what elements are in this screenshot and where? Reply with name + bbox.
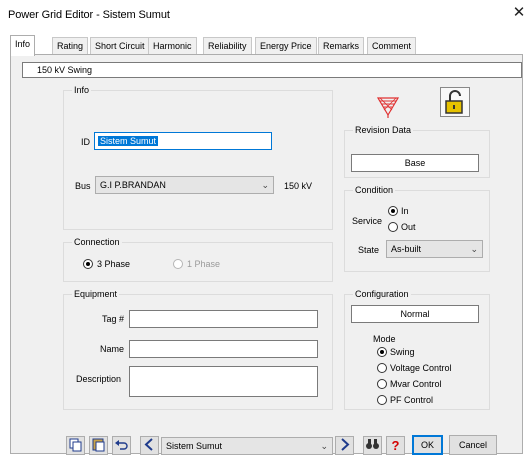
tag-label: Tag #	[102, 314, 125, 324]
radio-service-out-indicator	[388, 222, 398, 232]
revision-field[interactable]: Base	[351, 154, 479, 172]
name-label: Name	[100, 344, 125, 354]
radio-service-in[interactable]: In	[388, 206, 409, 218]
next-icon	[341, 438, 350, 451]
state-label: State	[358, 245, 380, 255]
info-group: Info	[63, 84, 333, 230]
chevron-down-icon: ⌄	[320, 441, 328, 451]
state-select[interactable]: As-built ⌄	[386, 240, 483, 258]
close-icon[interactable]: ✕	[507, 3, 531, 25]
tab-harmonic[interactable]: Harmonic	[148, 37, 197, 55]
radio-mode-swing-label: Swing	[390, 347, 415, 357]
configuration-legend: Configuration	[353, 288, 411, 300]
navigation-value: Sistem Sumut	[166, 441, 223, 451]
radio-mode-mvar-control-indicator	[377, 379, 387, 389]
radio-1-phase[interactable]: 1 Phase	[173, 259, 220, 271]
bus-select[interactable]: G.I P.BRANDAN ⌄	[95, 176, 274, 194]
tab-short-circuit[interactable]: Short Circuit	[90, 37, 150, 55]
cancel-button[interactable]: Cancel	[449, 435, 497, 455]
element-summary: 150 kV Swing	[22, 62, 522, 78]
radio-mode-swing[interactable]: Swing	[377, 347, 415, 359]
mode-label: Mode	[373, 334, 396, 344]
copy-icon	[69, 438, 82, 452]
description-label: Description	[76, 374, 122, 384]
radio-service-in-label: In	[401, 206, 409, 216]
radio-mode-pf-control[interactable]: PF Control	[377, 395, 433, 407]
revision-legend: Revision Data	[353, 124, 414, 136]
name-field[interactable]	[129, 340, 318, 358]
grid-source-icon	[376, 95, 400, 119]
radio-1-phase-indicator	[173, 259, 183, 269]
paste-icon	[92, 438, 105, 452]
navigation-select[interactable]: Sistem Sumut ⌄	[161, 437, 333, 455]
window-title: Power Grid Editor - Sistem Sumut	[8, 9, 170, 21]
state-value: As-built	[391, 244, 422, 254]
chevron-down-icon: ⌄	[261, 180, 269, 190]
condition-legend: Condition	[353, 184, 396, 196]
ok-button[interactable]: OK	[412, 435, 443, 455]
condition-group: Condition	[344, 184, 490, 272]
radio-service-out-label: Out	[401, 222, 416, 232]
radio-3-phase-label: 3 Phase	[97, 259, 131, 269]
radio-service-out[interactable]: Out	[388, 222, 416, 234]
lock-icon	[445, 90, 463, 114]
bus-value: G.I P.BRANDAN	[100, 180, 166, 190]
tab-comment[interactable]: Comment	[367, 37, 417, 55]
prev-button[interactable]	[140, 436, 159, 455]
next-button[interactable]	[335, 436, 354, 455]
paste-button[interactable]	[89, 436, 108, 455]
radio-mode-voltage-control-indicator	[377, 363, 387, 373]
tab-remarks[interactable]: Remarks	[318, 37, 365, 55]
copy-button[interactable]	[66, 436, 85, 455]
description-field[interactable]	[129, 366, 318, 397]
undo-button[interactable]	[112, 436, 131, 455]
radio-3-phase-indicator	[83, 259, 93, 269]
radio-mode-pf-control-indicator	[377, 395, 387, 405]
radio-service-in-indicator	[388, 206, 398, 216]
help-icon: ?	[391, 438, 400, 453]
chevron-down-icon: ⌄	[470, 244, 478, 254]
service-label: Service	[352, 216, 383, 226]
radio-1-phase-label: 1 Phase	[187, 259, 221, 269]
connection-legend: Connection	[72, 236, 122, 248]
radio-mode-mvar-control-label: Mvar Control	[390, 379, 442, 389]
radio-3-phase[interactable]: 3 Phase	[83, 259, 130, 271]
info-legend: Info	[72, 84, 92, 96]
undo-icon	[115, 440, 128, 450]
radio-mode-mvar-control[interactable]: Mvar Control	[377, 379, 442, 391]
tag-field[interactable]	[129, 310, 318, 328]
equipment-legend: Equipment	[72, 288, 120, 300]
prev-icon	[144, 438, 153, 451]
radio-mode-voltage-control-label: Voltage Control	[390, 363, 452, 373]
bus-label: Bus	[75, 181, 91, 191]
id-field[interactable]: Sistem Sumut	[94, 132, 272, 150]
id-value: Sistem Sumut	[98, 136, 159, 146]
radio-mode-pf-control-label: PF Control	[390, 395, 434, 405]
radio-mode-voltage-control[interactable]: Voltage Control	[377, 363, 452, 375]
configuration-field[interactable]: Normal	[351, 305, 479, 323]
tab-rating[interactable]: Rating	[52, 37, 89, 55]
radio-mode-swing-indicator	[377, 347, 387, 357]
tab-energy-price[interactable]: Energy Price	[255, 37, 317, 55]
lock-button[interactable]	[440, 87, 470, 117]
bus-kv: 150 kV	[284, 181, 313, 191]
tab-reliability[interactable]: Reliability	[203, 37, 252, 55]
id-label: ID	[81, 137, 90, 147]
tab-info[interactable]: Info	[10, 35, 36, 56]
find-button[interactable]	[363, 436, 382, 455]
help-button[interactable]: ?	[386, 436, 405, 455]
binoculars-icon	[366, 439, 379, 449]
